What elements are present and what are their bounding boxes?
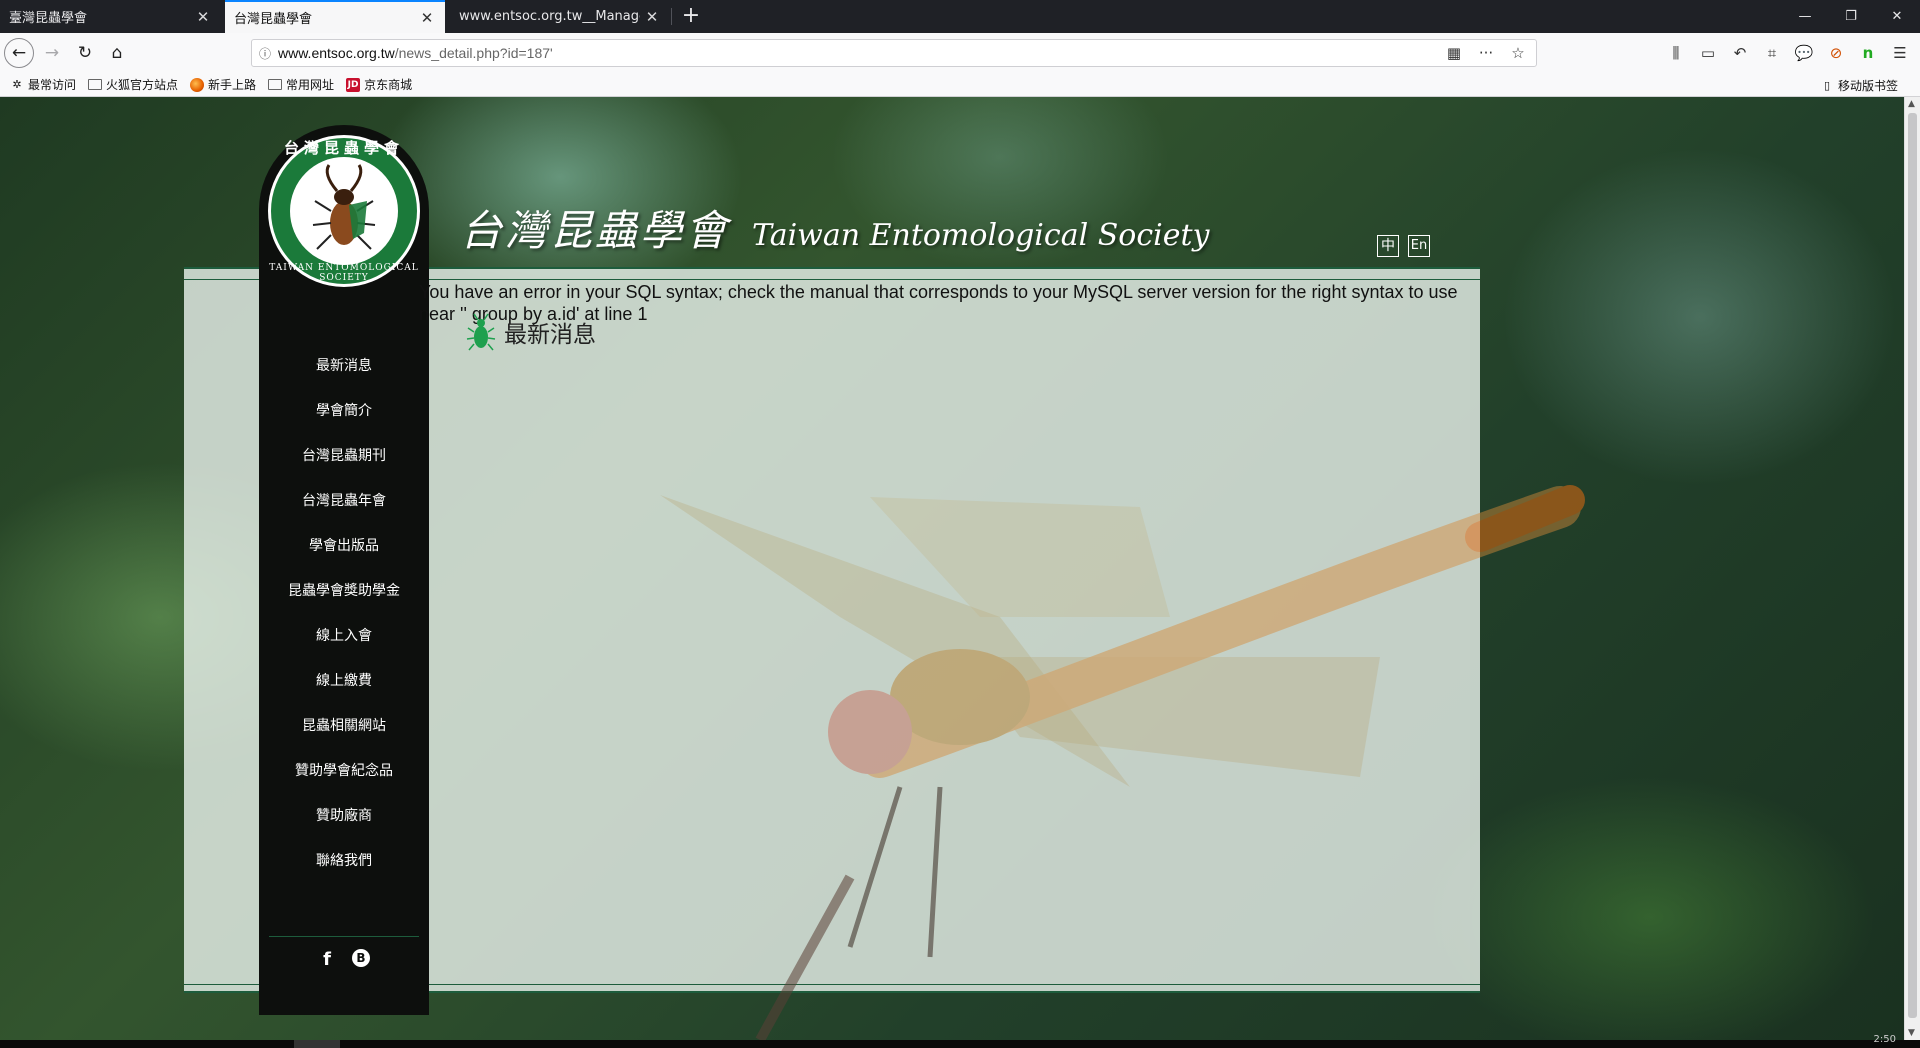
site-title: 台灣昆蟲學會 Taiwan Entomological Society [460, 197, 1210, 258]
menu-item-related-sites[interactable]: 昆蟲相關網站 [259, 704, 429, 749]
lang-english-button[interactable]: En [1408, 235, 1430, 257]
forward-arrow-icon[interactable]: → [37, 38, 67, 68]
green-beetle-icon [466, 313, 496, 351]
bookmark-label: 火狐官方站点 [106, 78, 179, 92]
menu-item-annual-meeting[interactable]: 台灣昆蟲年會 [259, 479, 429, 524]
scroll-thumb[interactable] [1908, 113, 1917, 1018]
blogger-icon[interactable]: B [352, 949, 370, 967]
site-info-icon[interactable]: ⓘ [252, 45, 278, 62]
bookmark-label: 新手上路 [208, 78, 257, 92]
menu-item-journal[interactable]: 台灣昆蟲期刊 [259, 434, 429, 479]
jd-icon: JD [346, 77, 361, 92]
scroll-up-arrow-icon[interactable]: ▲ [1908, 99, 1915, 109]
social-divider [269, 936, 419, 937]
tab-title: www.entsoc.org.tw__Manage [459, 9, 640, 24]
bookmark-star-icon[interactable]: ☆ [1508, 43, 1528, 63]
section-heading: 最新消息 [466, 312, 596, 352]
menu-item-publications[interactable]: 學會出版品 [259, 524, 429, 569]
gear-icon: ✲ [12, 77, 22, 91]
menu-item-contact[interactable]: 聯絡我們 [259, 839, 429, 884]
menu-item-pay-online[interactable]: 線上繳費 [259, 659, 429, 704]
site-title-chinese: 台灣昆蟲學會 [460, 206, 731, 255]
menu-item-about[interactable]: 學會簡介 [259, 389, 429, 434]
bookmark-common-urls[interactable]: 常用网址 [268, 76, 334, 93]
tab-2[interactable]: 台灣昆蟲學會 ✕ [225, 0, 445, 33]
site-title-english: Taiwan Entomological Society [752, 218, 1210, 253]
lang-chinese-button[interactable]: 中 [1377, 235, 1399, 257]
logo-text-bottom: TAIWAN ENTOMOLOGICAL SOCIETY [269, 263, 419, 283]
site-logo[interactable]: 台灣昆蟲學會 TAIWAN ENTOMOLOGICAL SOCIETY [259, 125, 429, 293]
tab-1[interactable]: 臺灣昆蟲學會 ✕ [0, 0, 221, 33]
menu-hamburger-icon[interactable]: ☰ [1888, 41, 1912, 65]
taskbar-app-button[interactable] [294, 1040, 340, 1048]
address-bar[interactable]: ⓘ www.entsoc.org.tw/news_detail.php?id=1… [251, 39, 1537, 67]
taskbar-clock: 2:50 [1873, 1034, 1896, 1045]
tab-separator [671, 8, 672, 25]
bookmark-getting-started[interactable]: 新手上路 [190, 76, 256, 93]
menu-item-sponsors[interactable]: 贊助廠商 [259, 794, 429, 839]
reload-icon[interactable]: ↻ [70, 38, 100, 68]
tab-close-icon[interactable]: ✕ [415, 9, 439, 27]
sidebar-icon[interactable]: ▭ [1696, 41, 1720, 65]
tab-close-icon[interactable]: ✕ [191, 8, 215, 26]
extension-icon[interactable]: n [1856, 41, 1880, 65]
home-icon[interactable]: ⌂ [102, 38, 132, 68]
undo-icon[interactable]: ↶ [1728, 41, 1752, 65]
mobile-bookmarks[interactable]: ▯ 移动版书签 [1820, 77, 1898, 94]
qr-code-icon[interactable]: ▦ [1444, 43, 1464, 63]
tab-close-icon[interactable]: ✕ [640, 8, 664, 26]
menu-item-join-online[interactable]: 線上入會 [259, 614, 429, 659]
screenshot-crop-icon[interactable]: ⌗ [1760, 41, 1784, 65]
bookmark-firefox-sites[interactable]: 火狐官方站点 [88, 76, 178, 93]
scroll-down-arrow-icon[interactable]: ▼ [1908, 1028, 1915, 1038]
url-host: www.entsoc.org.tw [278, 45, 395, 61]
folder-icon [88, 79, 103, 90]
menu-item-scholarships[interactable]: 昆蟲學會獎助學金 [259, 569, 429, 614]
firefox-icon [190, 77, 205, 92]
menu-item-news[interactable]: 最新消息 [259, 344, 429, 389]
back-arrow-icon[interactable]: ← [4, 38, 34, 68]
bookmark-most-visited[interactable]: ✲ 最常访问 [10, 76, 76, 93]
tab-3[interactable]: www.entsoc.org.tw__Manage ✕ [450, 0, 670, 33]
windows-taskbar: 2:50 [0, 1034, 1920, 1048]
logo-text-top: 台灣昆蟲學會 [283, 139, 404, 157]
bookmark-label: 最常访问 [28, 78, 77, 92]
mobile-phone-icon: ▯ [1823, 78, 1831, 92]
tab-title: 台灣昆蟲學會 [234, 12, 313, 27]
section-heading-text: 最新消息 [504, 322, 596, 348]
stag-beetle-icon [312, 164, 376, 250]
social-links: f B [259, 949, 429, 970]
restore-icon[interactable]: ❐ [1828, 0, 1874, 33]
minimize-icon[interactable]: — [1782, 0, 1828, 33]
url-path: /news_detail.php?id=187' [394, 45, 553, 61]
navigation-bar: ← → ↻ ⌂ ⓘ www.entsoc.org.tw/news_detail.… [0, 33, 1920, 73]
tab-strip: 臺灣昆蟲學會 ✕ 台灣昆蟲學會 ✕ www.entsoc.org.tw__Man… [0, 0, 1920, 33]
new-tab-plus-icon[interactable]: + [675, 0, 707, 33]
site-layer: 台灣昆蟲學會 TAIWAN ENTOMOLOGICAL SOCIETY 台灣昆蟲… [0, 97, 1904, 1040]
vertical-scrollbar[interactable]: ▲ ▼ [1904, 97, 1920, 1040]
menu-item-souvenirs[interactable]: 贊助學會紀念品 [259, 749, 429, 794]
facebook-icon[interactable]: f [318, 949, 336, 970]
main-menu: 最新消息 學會簡介 台灣昆蟲期刊 台灣昆蟲年會 學會出版品 昆蟲學會獎助學金 線… [259, 344, 429, 884]
mobile-bookmarks-label: 移动版书签 [1837, 79, 1898, 93]
adblock-icon[interactable]: ⊘ [1824, 41, 1848, 65]
bookmark-jd[interactable]: JD 京东商城 [346, 76, 412, 93]
folder-icon [268, 79, 283, 90]
library-icon[interactable]: ⫼ [1664, 41, 1688, 65]
bookmarks-toolbar: ✲ 最常访问 火狐官方站点 新手上路 常用网址 JD 京东商城 ▯ 移动版书签 [0, 73, 1920, 97]
bookmark-label: 常用网址 [286, 78, 335, 92]
window-close-icon[interactable]: ✕ [1874, 0, 1920, 33]
bookmark-label: 京东商城 [364, 78, 413, 92]
page-actions-icon[interactable]: ··· [1476, 43, 1496, 63]
tab-title: 臺灣昆蟲學會 [9, 11, 88, 26]
chat-icon[interactable]: 💬 [1792, 41, 1816, 65]
